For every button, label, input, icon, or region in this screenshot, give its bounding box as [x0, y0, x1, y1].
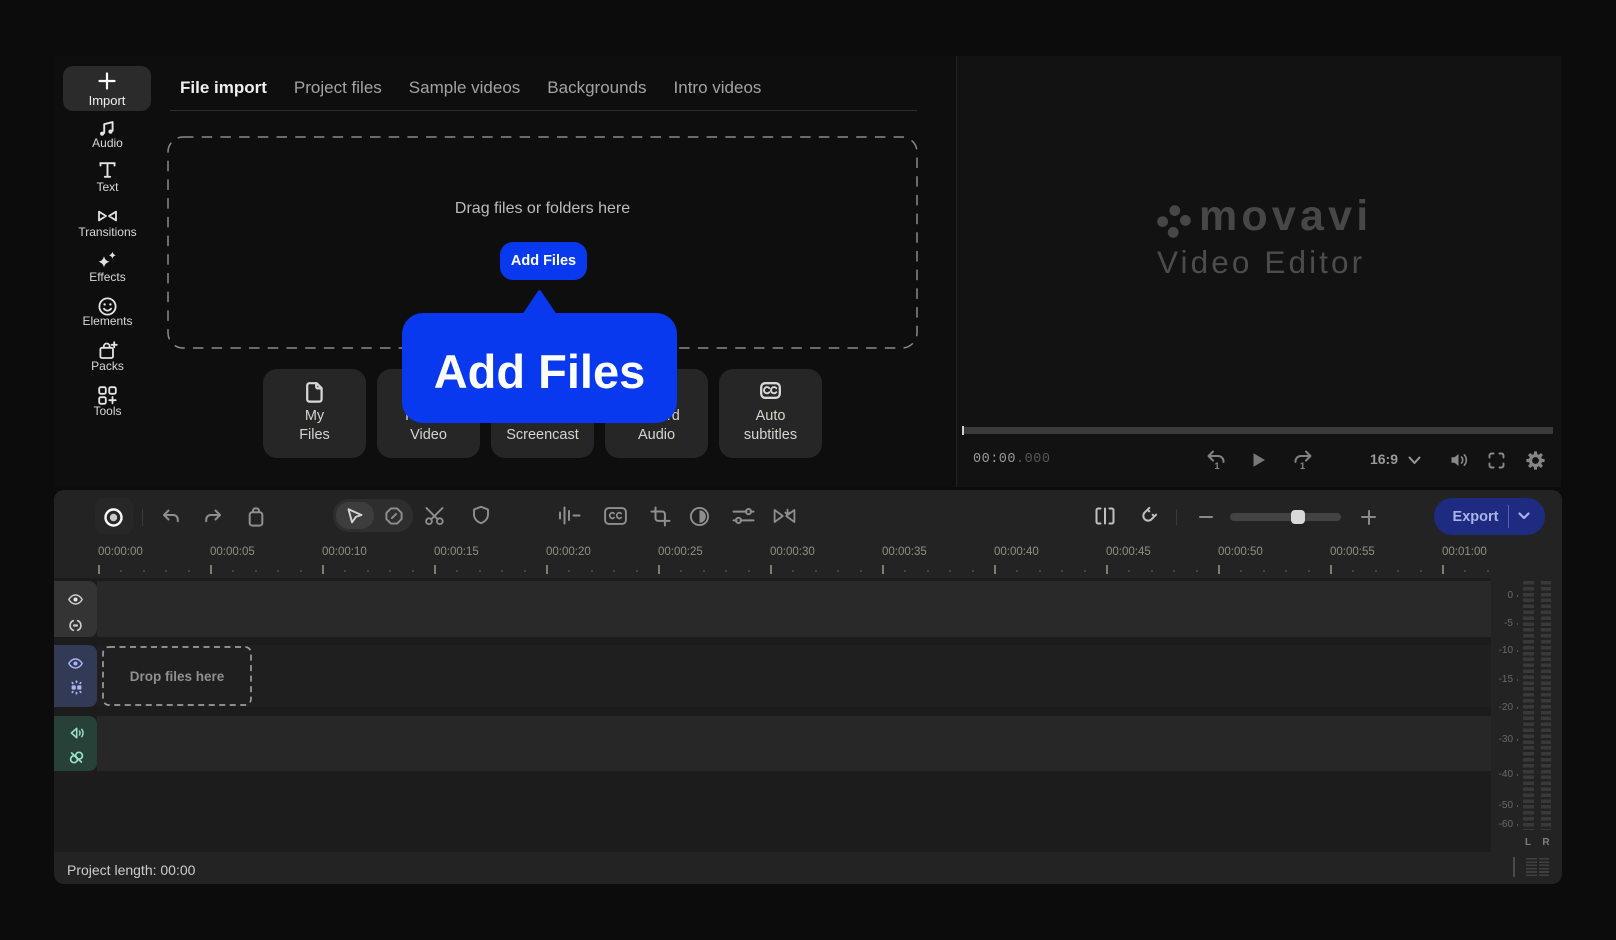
svg-text:1: 1: [1215, 461, 1220, 470]
svg-text:1: 1: [1300, 461, 1305, 470]
